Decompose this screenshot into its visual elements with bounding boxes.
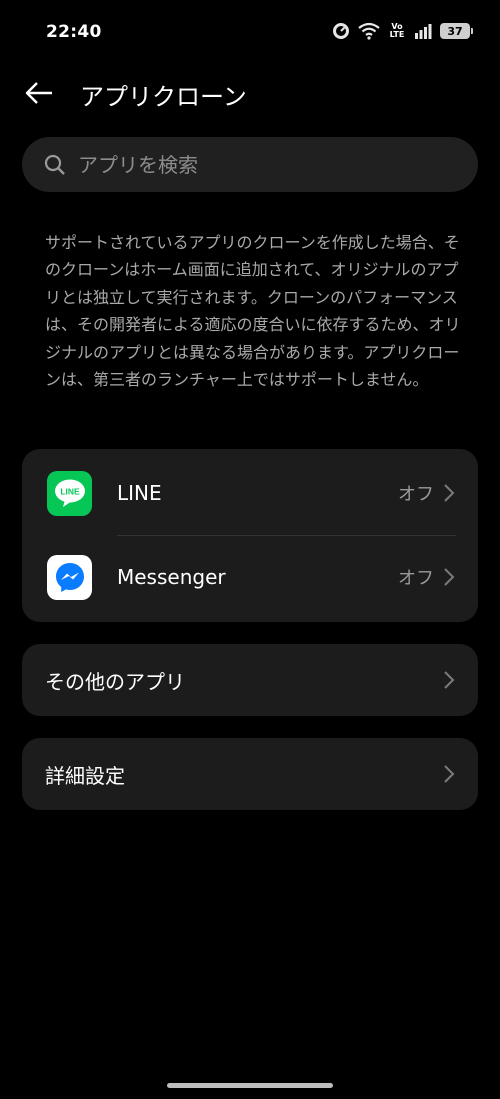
- chevron-right-icon: [444, 484, 455, 502]
- status-icons: Vo LTE 37: [332, 22, 473, 40]
- status-bar: 22:40 Vo LTE 37: [0, 0, 500, 66]
- app-bar: アプリクローン: [0, 72, 500, 114]
- app-row-line[interactable]: LINE LINE オフ: [22, 451, 478, 535]
- app-clone-status: オフ: [398, 568, 434, 589]
- speedometer-icon: [332, 22, 350, 40]
- chevron-right-icon: [444, 671, 455, 689]
- search-input[interactable]: [78, 152, 438, 177]
- battery-level: 37: [447, 24, 463, 38]
- messenger-app-icon: [47, 554, 92, 600]
- search-bar[interactable]: [22, 137, 478, 192]
- volte-bottom: LTE: [389, 30, 405, 39]
- line-app-icon: LINE: [47, 470, 92, 516]
- advanced-settings-item[interactable]: 詳細設定: [22, 738, 478, 810]
- app-name: Messenger: [117, 565, 226, 589]
- other-apps-label: その他のアプリ: [45, 669, 185, 694]
- home-indicator[interactable]: [167, 1083, 333, 1088]
- app-row-messenger[interactable]: Messenger オフ: [22, 535, 478, 619]
- volte-icon: Vo LTE: [388, 23, 406, 39]
- app-clone-status: オフ: [398, 484, 434, 505]
- signal-icon: [414, 23, 432, 39]
- status-time: 22:40: [46, 22, 102, 42]
- other-apps-item[interactable]: その他のアプリ: [22, 644, 478, 716]
- description-text: サポートされているアプリのクローンを作成した場合、そのクローンはホーム画面に追加…: [45, 233, 461, 390]
- battery-icon: 37: [440, 23, 473, 39]
- advanced-settings-label: 詳細設定: [45, 763, 125, 788]
- back-arrow-icon: [25, 82, 52, 104]
- search-icon: [44, 154, 65, 175]
- wifi-icon: [358, 22, 380, 40]
- back-button[interactable]: [22, 78, 56, 108]
- svg-text:LINE: LINE: [60, 487, 80, 497]
- chevron-right-icon: [444, 765, 455, 783]
- cloneable-apps-list: LINE LINE オフ Messenger オフ: [22, 449, 478, 622]
- chevron-right-icon: [444, 568, 455, 586]
- page-title: アプリクローン: [80, 83, 247, 111]
- app-name: LINE: [117, 481, 162, 505]
